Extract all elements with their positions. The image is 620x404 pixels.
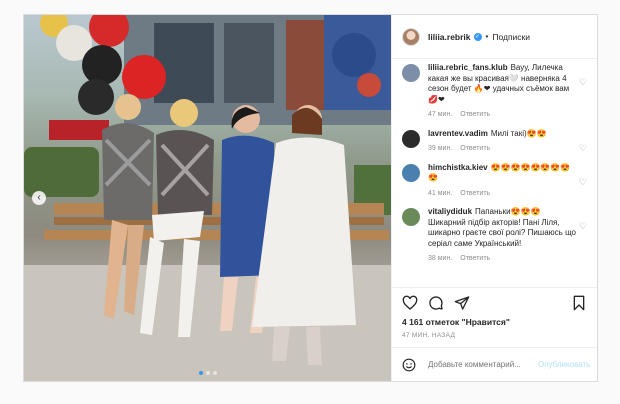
post-photo[interactable]: ‹ [24,15,391,381]
verified-badge-icon: ✓ [473,32,482,41]
following-button[interactable]: Подписки [492,32,530,42]
carousel-indicator [24,371,391,375]
comment-username[interactable]: vitaliydiduk [428,207,472,216]
share-icon[interactable] [454,295,470,311]
reply-link[interactable]: Ответить [460,111,490,118]
reply-link[interactable]: Ответить [460,145,490,152]
comment-time: 41 мин. [428,189,453,197]
carousel-dot [205,371,210,375]
heart-icon[interactable]: ♡ [577,77,587,121]
carousel-dot [212,371,217,375]
post-actions [392,287,597,317]
comment-time: 39 мин. [428,145,453,152]
comment-username[interactable]: himchistka.kiev [428,163,488,172]
comment-time: 47 мин. [428,111,453,118]
reply-link[interactable]: Ответить [460,190,490,197]
comment-input[interactable] [428,360,538,369]
header-separator: • [485,32,489,41]
bookmark-icon[interactable] [571,295,587,311]
comments-list[interactable]: liliia.rebric_fans.klub Вауу, Лилечка как… [392,59,597,287]
comment-username[interactable]: lavrentev.vadim [428,129,488,138]
heart-icon[interactable]: ♡ [577,221,587,265]
commenter-avatar[interactable] [402,208,420,226]
carousel-dot-active [198,371,203,375]
heart-icon[interactable] [402,295,418,311]
comment-icon[interactable] [428,295,444,311]
likes-count[interactable]: 4 161 отметок "Нравится" [392,317,597,327]
comment-item: liliia.rebric_fans.klub Вауу, Лилечка как… [402,63,587,121]
commenter-avatar[interactable] [402,129,420,148]
comment-item: lavrentev.vadim Милі такі)😍😍 39 мин. Ответ… [402,129,587,155]
add-comment-bar: Опубликовать [392,347,597,381]
commenter-avatar[interactable] [402,64,420,82]
heart-icon[interactable]: ♡ [577,143,587,155]
heart-icon[interactable]: ♡ [577,177,587,200]
comment-item: vitaliydiduk Папаньки😍😍😍 Шикарний підбір … [402,207,587,265]
post-timestamp: 47 МИН. НАЗАД [402,332,456,339]
comment-username[interactable]: liliia.rebric_fans.klub [428,63,508,72]
author-avatar[interactable] [402,27,420,46]
reply-link[interactable]: Ответить [460,255,490,262]
emoji-icon[interactable] [402,358,416,372]
photo-illustration [24,15,391,381]
commenter-avatar[interactable] [402,163,420,182]
comment-text: Милі такі)😍😍 [490,128,547,138]
comment-time: 38 мин. [428,255,453,262]
author-username[interactable]: liliia.rebrik [428,32,471,42]
publish-button[interactable]: Опубликовать [538,360,590,369]
post-side-panel: liliia.rebrik ✓ • Подписки liliia.rebric… [391,15,597,381]
chevron-left-icon[interactable]: ‹ [32,191,46,205]
post-header: liliia.rebrik ✓ • Подписки [392,15,597,59]
comment-item: himchistka.kiev 😍😍😍😍😍😍😍😍😍 41 мин. Ответить… [402,163,587,200]
instagram-post: ‹ liliia.rebrik ✓ • Подписки liliia.rebr… [23,14,598,382]
